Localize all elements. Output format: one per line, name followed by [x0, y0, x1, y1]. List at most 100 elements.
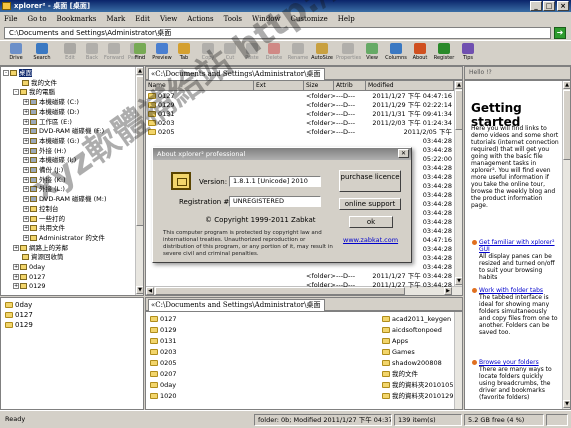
second-file-pane[interactable]: 0127 0129 0131 0203 0205 0207 0day 1020 acad2011… [145, 311, 463, 410]
tree-item[interactable]: + 共用文件 [23, 224, 65, 233]
properties-button[interactable]: Properties [336, 43, 361, 65]
table-row[interactable]: <folder> ---D--- 2011/1/27 下午 03:44:28 [146, 281, 454, 290]
tree-item[interactable]: + 一些打的 [23, 215, 65, 224]
rename-button[interactable]: Rename [286, 43, 310, 65]
tree-item[interactable]: 資源回收筒 [13, 253, 64, 262]
tree-item[interactable]: - 桌面 [3, 69, 32, 78]
folder-tree[interactable]: ▲ ▼ - 桌面 我的文件 - 我的電腦 + 本機磁碟 (C:) + 本機磁碟 (D:) + 工作區… [0, 66, 144, 296]
drive-button[interactable]: Drive [4, 43, 28, 65]
scroll-up-icon[interactable]: ▲ [563, 81, 570, 89]
expand-icon[interactable]: + [13, 264, 19, 270]
tree-item[interactable]: +0127 [13, 273, 46, 282]
menu-window[interactable]: Window [252, 15, 281, 23]
list-item[interactable]: 0day [150, 380, 176, 390]
menu-tools[interactable]: Tools [224, 15, 242, 23]
view-button[interactable]: View [360, 43, 384, 65]
expand-icon[interactable]: + [23, 215, 29, 222]
list-item[interactable]: 0129 [150, 325, 177, 335]
find-button[interactable]: Find [128, 43, 152, 65]
list-item[interactable]: 0127 [150, 314, 177, 324]
tree-item[interactable]: + 外接 (H:) [23, 147, 66, 156]
mini-folder-item[interactable]: 0day [5, 300, 32, 310]
address-input[interactable]: C:\Documents and Settings\Administrator\… [4, 27, 551, 39]
expand-icon[interactable]: + [23, 108, 29, 115]
preview-button[interactable]: Preview [150, 43, 174, 65]
expand-icon[interactable]: + [23, 196, 29, 203]
menu-view[interactable]: View [160, 15, 177, 23]
about-button[interactable]: About [408, 43, 432, 65]
expand-icon[interactable]: + [23, 99, 29, 106]
menu-file[interactable]: File [4, 15, 17, 23]
table-row[interactable]: <folder> ---D--- 2011/1/27 下午 03:44:28 [146, 272, 454, 281]
expand-icon[interactable]: + [23, 225, 29, 232]
list-item[interactable]: Games [382, 347, 415, 357]
website-link[interactable]: www.zabkat.com [343, 236, 398, 244]
collapse-icon[interactable]: - [3, 70, 9, 76]
tree-item[interactable]: + DVD-RAM 磁碟機 (F:) [23, 127, 104, 136]
list-item[interactable]: 我的文件 [382, 369, 418, 379]
preview-item-link[interactable]: Work with folder tabs [479, 287, 559, 294]
preview-tab[interactable]: Hello !? [464, 66, 571, 80]
list-item[interactable]: 0203 [150, 347, 177, 357]
collapse-icon[interactable]: - [13, 89, 19, 96]
expand-icon[interactable]: + [23, 157, 29, 164]
online-support-button[interactable]: online support [339, 198, 401, 210]
back-button[interactable]: Back [80, 43, 104, 65]
tips-button[interactable]: Tips [456, 43, 480, 65]
expand-icon[interactable]: + [13, 283, 19, 290]
tree-item[interactable]: + 本機磁碟 (D:) [23, 108, 79, 117]
edit-button[interactable]: Edit [58, 43, 82, 65]
tree-item[interactable]: + 工作區 (E:) [23, 118, 72, 127]
forward-button[interactable]: Forward [102, 43, 126, 65]
menu-go-to[interactable]: Go to [27, 15, 46, 23]
table-row[interactable]: 0205 <folder> ---D--- 2011/2/05 下午 [146, 128, 454, 137]
scroll-down-icon[interactable]: ▼ [563, 400, 570, 408]
expand-icon[interactable]: + [23, 176, 29, 183]
list-item[interactable]: 0131 [150, 336, 177, 346]
col-name[interactable]: Name [146, 81, 254, 91]
col-ext[interactable]: Ext [254, 81, 304, 91]
search-button[interactable]: Search [30, 43, 54, 65]
scroll-thumb[interactable] [563, 90, 570, 160]
tree-item[interactable]: +0day [13, 263, 45, 272]
mini-folder-item[interactable]: 0127 [5, 310, 33, 320]
scroll-up-icon[interactable]: ▲ [136, 67, 143, 75]
table-row[interactable]: 0127 <folder> ---D--- 2011/1/27 下午 04:47:16 [146, 92, 454, 101]
mini-folder-pane[interactable]: 0day 0127 0129 [0, 297, 144, 410]
list-item[interactable]: Apps [382, 336, 408, 346]
tree-item[interactable]: + Administrator 的文件 [23, 234, 105, 243]
autosize-button[interactable]: AutoSize [310, 43, 334, 65]
expand-icon[interactable]: + [23, 186, 29, 193]
list-scrollbar[interactable]: ▲ ▼ [454, 81, 462, 286]
table-row[interactable]: 0129 <folder> ---D--- 2011/1/29 下午 02:22:14 [146, 101, 454, 110]
menu-bookmarks[interactable]: Bookmarks [57, 15, 97, 23]
expand-icon[interactable]: + [13, 244, 19, 251]
list-item[interactable]: shadow200808 [382, 358, 442, 368]
tree-item[interactable]: + 備份 (J:) [23, 166, 63, 175]
list-item[interactable]: 1020 [150, 391, 177, 401]
list-item[interactable]: 0205 [150, 358, 177, 368]
tree-item[interactable]: + 網路上的芳鄰 [13, 244, 68, 253]
mini-folder-item[interactable]: 0129 [5, 320, 33, 330]
list-item[interactable]: 我的資料夾2010105 [382, 380, 453, 390]
minimize-button[interactable]: _ [530, 1, 542, 11]
scroll-down-icon[interactable]: ▼ [455, 277, 462, 285]
expand-icon[interactable]: + [23, 128, 29, 135]
table-row[interactable]: 0203 <folder> ---D--- 2011/2/03 下午 01:24:34 [146, 119, 454, 128]
list-item[interactable]: 我的資料夾2010129 [382, 391, 453, 401]
expand-icon[interactable]: + [23, 205, 29, 212]
preview-item-link[interactable]: Browse your folders [479, 359, 559, 366]
purchase-licence-button[interactable]: purchase licence [339, 170, 401, 192]
expand-icon[interactable]: + [23, 147, 29, 154]
expand-icon[interactable]: + [23, 167, 29, 173]
close-button[interactable]: × [557, 1, 569, 11]
go-arrow-icon[interactable]: ➜ [554, 27, 566, 39]
paste-button[interactable]: Paste [240, 43, 264, 65]
expand-icon[interactable]: + [23, 137, 29, 144]
table-row[interactable]: 0131 <folder> ---D--- 2011/1/31 下午 09:41:34 [146, 110, 454, 119]
scroll-thumb[interactable] [455, 90, 462, 130]
menu-customize[interactable]: Customize [291, 15, 328, 23]
tree-item[interactable]: + 控制台 [23, 205, 59, 214]
maximize-button[interactable]: □ [543, 1, 555, 11]
tree-scrollbar[interactable]: ▲ ▼ [135, 67, 143, 295]
